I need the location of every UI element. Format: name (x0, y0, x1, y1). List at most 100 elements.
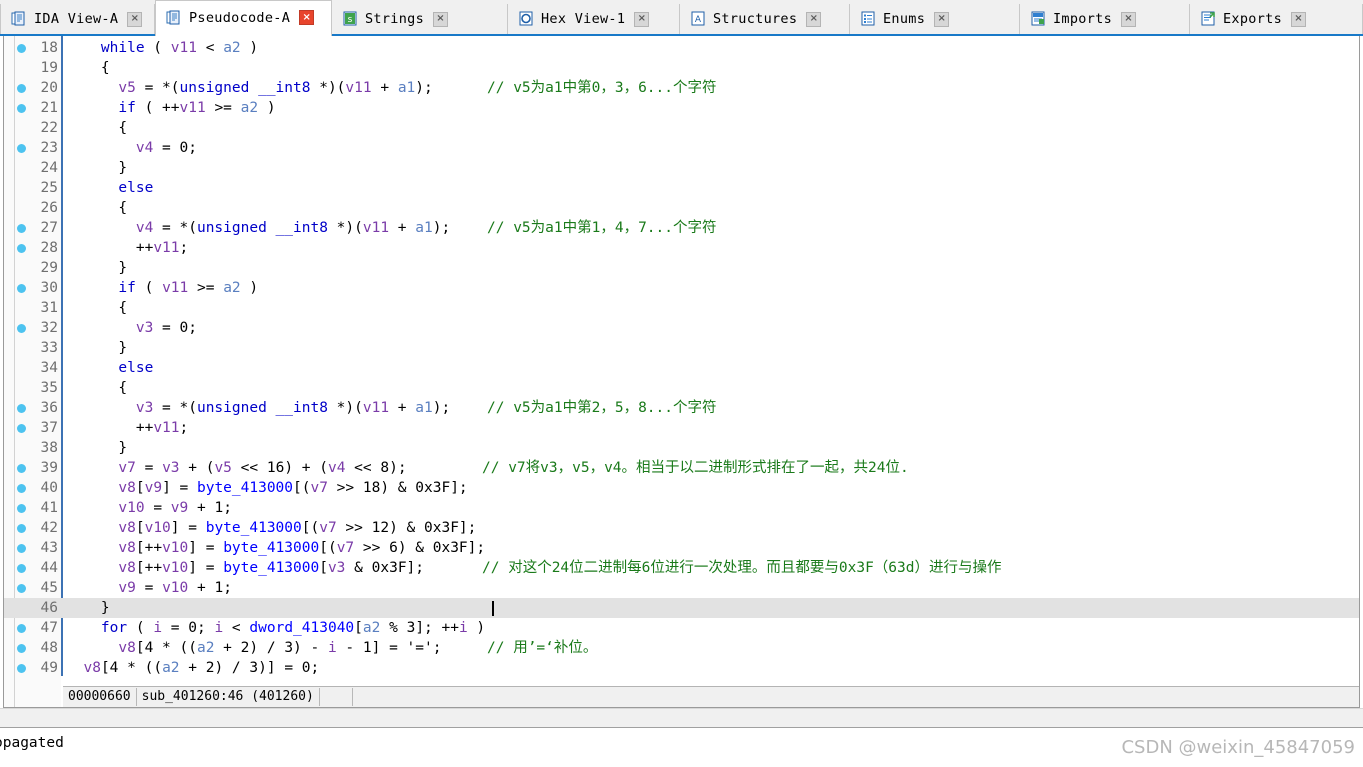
breakpoint-dot-icon[interactable] (17, 524, 26, 533)
code-line[interactable]: 27 v4 = *(unsigned __int8 *)(v11 + a1); /… (4, 218, 1359, 238)
code-line[interactable]: 46 } (4, 598, 1359, 618)
code-text[interactable]: v4 = *(unsigned __int8 *)(v11 + a1); (66, 218, 450, 238)
code-text[interactable]: v4 = 0; (66, 138, 197, 158)
code-text[interactable]: v3 = 0; (66, 318, 197, 338)
code-line[interactable]: 30 if ( v11 >= a2 ) (4, 278, 1359, 298)
code-text[interactable]: for ( i = 0; i < dword_413040[a2 % 3]; +… (66, 618, 485, 638)
breakpoint-dot-icon[interactable] (17, 424, 26, 433)
code-text[interactable]: } (66, 438, 127, 458)
code-comment[interactable]: // v7将v3，v5，v4。相当于以二进制形式排在了一起，共24位. (482, 458, 909, 478)
code-line[interactable]: 20 v5 = *(unsigned __int8 *)(v11 + a1); /… (4, 78, 1359, 98)
breakpoint-dot-icon[interactable] (17, 484, 26, 493)
close-icon[interactable]: × (1121, 11, 1136, 27)
close-icon[interactable]: × (127, 11, 143, 27)
code-text[interactable]: } (66, 338, 127, 358)
close-icon[interactable]: × (433, 11, 448, 27)
code-text[interactable]: v8[4 * ((a2 + 2) / 3) - i - 1] = '='; (66, 638, 441, 658)
close-icon[interactable]: × (934, 11, 950, 27)
code-line[interactable]: 49 v8[4 * ((a2 + 2) / 3)] = 0; (4, 658, 1359, 678)
breakpoint-dot-icon[interactable] (17, 544, 26, 553)
tab-pseudocode-a[interactable]: Pseudocode-A × (155, 0, 332, 36)
code-line[interactable]: 37 ++v11; (4, 418, 1359, 438)
breakpoint-dot-icon[interactable] (17, 464, 26, 473)
breakpoint-dot-icon[interactable] (17, 624, 26, 633)
tab-exports[interactable]: Exports × (1190, 4, 1363, 34)
code-text[interactable]: v9 = v10 + 1; (66, 578, 232, 598)
breakpoint-dot-icon[interactable] (17, 504, 26, 513)
code-line[interactable]: 32 v3 = 0; (4, 318, 1359, 338)
code-line[interactable]: 35 { (4, 378, 1359, 398)
tab-strings[interactable]: s Strings × (332, 4, 508, 34)
breakpoint-dot-icon[interactable] (17, 284, 26, 293)
code-line[interactable]: 48 v8[4 * ((a2 + 2) / 3) - i - 1] = '=';… (4, 638, 1359, 658)
code-line[interactable]: 24 } (4, 158, 1359, 178)
breakpoint-dot-icon[interactable] (17, 104, 26, 113)
code-text[interactable]: if ( ++v11 >= a2 ) (66, 98, 275, 118)
code-text[interactable]: v8[v9] = byte_413000[(v7 >> 18) & 0x3F]; (66, 478, 467, 498)
code-comment[interactable]: // 用’=‘补位。 (487, 638, 597, 658)
code-text[interactable]: { (66, 58, 110, 78)
breakpoint-dot-icon[interactable] (17, 224, 26, 233)
code-text[interactable]: v8[++v10] = byte_413000[(v7 >> 6) & 0x3F… (66, 538, 485, 558)
code-line[interactable]: 33 } (4, 338, 1359, 358)
code-text[interactable]: else (66, 178, 153, 198)
code-line[interactable]: 23 v4 = 0; (4, 138, 1359, 158)
code-line[interactable]: 22 { (4, 118, 1359, 138)
breakpoint-dot-icon[interactable] (17, 144, 26, 153)
pseudocode-panel[interactable]: 18 while ( v11 < a2 ) 19 {20 v5 = *(unsig… (3, 36, 1360, 708)
code-line[interactable]: 40 v8[v9] = byte_413000[(v7 >> 18) & 0x3… (4, 478, 1359, 498)
tab-hex-view-1[interactable]: Hex View-1 × (508, 4, 680, 34)
breakpoint-dot-icon[interactable] (17, 244, 26, 253)
close-icon[interactable]: × (806, 11, 822, 27)
breakpoint-dot-icon[interactable] (17, 644, 26, 653)
breakpoint-dot-icon[interactable] (17, 664, 26, 673)
code-text[interactable]: { (66, 118, 127, 138)
pseudocode-viewport[interactable]: 18 while ( v11 < a2 ) 19 {20 v5 = *(unsig… (4, 36, 1359, 707)
code-line[interactable]: 29 } (4, 258, 1359, 278)
code-line[interactable]: 31 { (4, 298, 1359, 318)
code-text[interactable]: } (66, 598, 110, 618)
code-text[interactable]: v10 = v9 + 1; (66, 498, 232, 518)
code-text[interactable]: if ( v11 >= a2 ) (66, 278, 258, 298)
code-line[interactable]: 43 v8[++v10] = byte_413000[(v7 >> 6) & 0… (4, 538, 1359, 558)
code-line[interactable]: 39 v7 = v3 + (v5 << 16) + (v4 << 8); // v… (4, 458, 1359, 478)
code-line[interactable]: 42 v8[v10] = byte_413000[(v7 >> 12) & 0x… (4, 518, 1359, 538)
close-icon[interactable]: × (1291, 11, 1306, 27)
breakpoint-dot-icon[interactable] (17, 564, 26, 573)
close-icon[interactable]: × (299, 10, 315, 25)
code-line[interactable]: 18 while ( v11 < a2 ) (4, 38, 1359, 58)
code-line[interactable]: 26 { (4, 198, 1359, 218)
code-text[interactable]: while ( v11 < a2 ) (66, 38, 258, 58)
tab-ida-view-a[interactable]: IDA View-A × (0, 4, 155, 34)
code-text[interactable]: else (66, 358, 153, 378)
code-text[interactable]: ++v11; (66, 418, 188, 438)
code-line[interactable]: 34 else (4, 358, 1359, 378)
code-line[interactable]: 36 v3 = *(unsigned __int8 *)(v11 + a1); /… (4, 398, 1359, 418)
breakpoint-dot-icon[interactable] (17, 584, 26, 593)
code-line[interactable]: 44 v8[++v10] = byte_413000[v3 & 0x3F]; //… (4, 558, 1359, 578)
code-text[interactable]: } (66, 158, 127, 178)
code-text[interactable]: } (66, 258, 127, 278)
code-text[interactable]: v7 = v3 + (v5 << 16) + (v4 << 8); (66, 458, 406, 478)
code-line[interactable]: 19 { (4, 58, 1359, 78)
tab-structures[interactable]: A Structures × (680, 4, 850, 34)
code-text[interactable]: { (66, 198, 127, 218)
code-line[interactable]: 21 if ( ++v11 >= a2 ) (4, 98, 1359, 118)
code-text[interactable]: v8[v10] = byte_413000[(v7 >> 12) & 0x3F]… (66, 518, 476, 538)
code-line[interactable]: 38 } (4, 438, 1359, 458)
code-text[interactable]: { (66, 298, 127, 318)
code-text[interactable]: v3 = *(unsigned __int8 *)(v11 + a1); (66, 398, 450, 418)
code-comment[interactable]: // v5为a1中第1，4，7...个字符 (487, 218, 717, 238)
code-text[interactable]: ++v11; (66, 238, 188, 258)
code-text[interactable]: v8[++v10] = byte_413000[v3 & 0x3F]; (66, 558, 424, 578)
code-line[interactable]: 45 v9 = v10 + 1; (4, 578, 1359, 598)
code-line[interactable]: 41 v10 = v9 + 1; (4, 498, 1359, 518)
tab-enums[interactable]: Enums × (850, 4, 1020, 34)
breakpoint-dot-icon[interactable] (17, 404, 26, 413)
code-line[interactable]: 28 ++v11; (4, 238, 1359, 258)
close-icon[interactable]: × (634, 11, 650, 27)
code-text[interactable]: v8[4 * ((a2 + 2) / 3)] = 0; (66, 658, 319, 678)
code-comment[interactable]: // v5为a1中第2，5，8...个字符 (487, 398, 717, 418)
code-comment[interactable]: // 对这个24位二进制每6位进行一次处理。而且都要与0x3F（63d）进行与操… (482, 558, 1001, 578)
breakpoint-dot-icon[interactable] (17, 324, 26, 333)
